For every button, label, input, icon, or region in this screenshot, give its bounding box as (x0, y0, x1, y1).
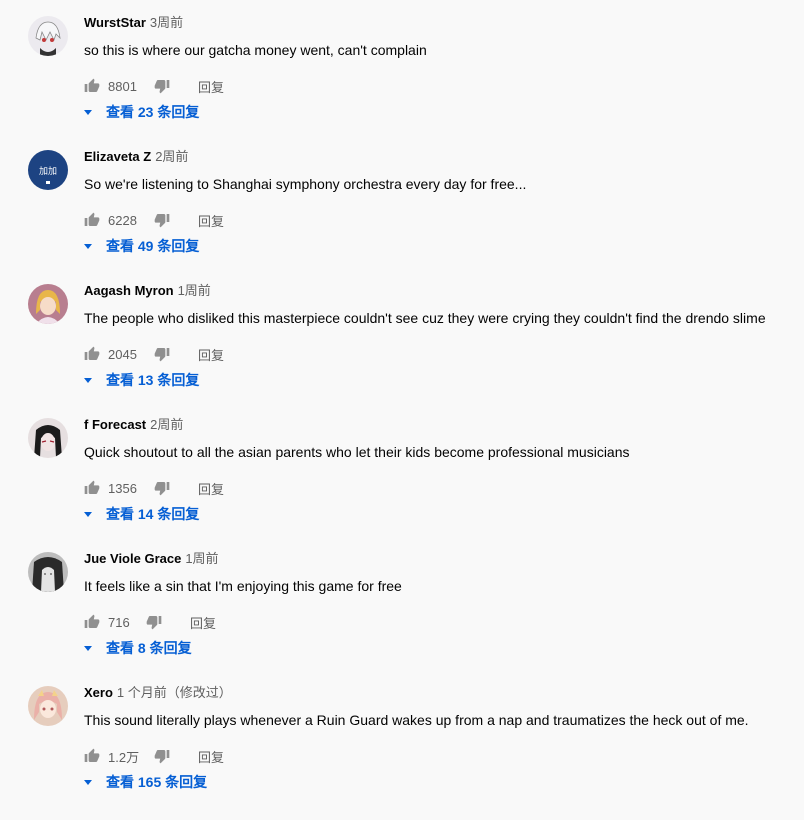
view-replies-button[interactable]: 查看 23 条回复 (80, 102, 199, 122)
comment-text: The people who disliked this masterpiece… (84, 310, 766, 326)
comment-thread: Xero 1 个月前（修改过） This sound literally play… (0, 685, 804, 820)
comment-thread: Aagash Myron 1周前 The people who disliked … (0, 283, 804, 418)
svg-text:加加: 加加 (39, 166, 57, 177)
view-replies-label: 查看 13 条回复 (106, 372, 200, 388)
comment-timestamp[interactable]: 3周前 (150, 15, 183, 30)
comment-text: Quick shoutout to all the asian parents … (84, 444, 630, 460)
pink-hair-character-avatar-icon[interactable] (28, 686, 68, 726)
like-count: 2045 (108, 346, 137, 362)
comment-thread: f Forecast 2周前 Quick shoutout to all the … (0, 417, 804, 552)
like-count: 1.2万 (108, 749, 140, 765)
grayscale-character-avatar-icon[interactable] (28, 552, 68, 592)
comment-author[interactable]: WurstStar (84, 15, 146, 30)
comment-author[interactable]: f Forecast (84, 417, 146, 432)
thumbs-down-icon[interactable] (154, 346, 170, 362)
view-replies-button[interactable]: 查看 14 条回复 (80, 504, 199, 524)
view-replies-button[interactable]: 查看 13 条回复 (80, 370, 199, 390)
thumbs-up-icon[interactable] (84, 614, 100, 630)
reply-button[interactable]: 回复 (198, 211, 224, 230)
view-replies-label: 查看 8 条回复 (106, 640, 192, 656)
caret-down-icon (80, 372, 96, 388)
comment-thread: 加加 Elizaveta Z 2周前 So we're listening to … (0, 149, 804, 284)
thumbs-up-icon[interactable] (84, 346, 100, 362)
comment-actions: 8801 回复 (84, 74, 224, 98)
caret-down-icon (80, 640, 96, 656)
reply-button[interactable]: 回复 (190, 613, 216, 632)
thumbs-up-icon[interactable] (84, 212, 100, 228)
dark-hair-character-avatar-icon[interactable] (28, 418, 68, 458)
comment-timestamp[interactable]: 2周前 (155, 149, 188, 164)
like-count: 1356 (108, 480, 137, 496)
view-replies-button[interactable]: 查看 49 条回复 (80, 236, 199, 256)
comment-text: So we're listening to Shanghai symphony … (84, 176, 527, 192)
view-replies-button[interactable]: 查看 8 条回复 (80, 638, 192, 658)
comment-timestamp[interactable]: 1周前 (185, 551, 218, 566)
comment-author[interactable]: Xero (84, 685, 113, 700)
like-count: 6228 (108, 212, 137, 228)
thumbs-down-icon[interactable] (146, 614, 162, 630)
thumbs-up-icon[interactable] (84, 480, 100, 496)
comment-author[interactable]: Jue Viole Grace (84, 551, 181, 566)
comment-actions: 6228 回复 (84, 208, 224, 232)
comment-thread: Jue Viole Grace 1周前 It feels like a sin t… (0, 551, 804, 686)
comment-timestamp[interactable]: 1 个月前（修改过） (117, 685, 232, 700)
comment-text: It feels like a sin that I'm enjoying th… (84, 578, 402, 594)
comment-actions: 1.2万 回复 (84, 744, 224, 768)
thumbs-up-icon[interactable] (84, 78, 100, 94)
thumbs-down-icon[interactable] (154, 748, 170, 764)
blonde-character-avatar-icon[interactable] (28, 284, 68, 324)
view-replies-label: 查看 49 条回复 (106, 238, 200, 254)
like-count: 716 (108, 614, 130, 630)
view-replies-label: 查看 14 条回复 (106, 506, 200, 522)
comment-actions: 716 回复 (84, 610, 216, 634)
caret-down-icon (80, 506, 96, 522)
view-replies-button[interactable]: 查看 165 条回复 (80, 772, 207, 792)
caret-down-icon (80, 774, 96, 790)
view-replies-label: 查看 165 条回复 (106, 774, 208, 790)
comment-timestamp[interactable]: 1周前 (178, 283, 211, 298)
thumbs-down-icon[interactable] (154, 78, 170, 94)
thumbs-down-icon[interactable] (154, 212, 170, 228)
thumbs-up-icon[interactable] (84, 748, 100, 764)
reply-button[interactable]: 回复 (198, 77, 224, 96)
comment-actions: 1356 回复 (84, 476, 224, 500)
comment-text: This sound literally plays whenever a Ru… (84, 712, 749, 728)
comment-actions: 2045 回复 (84, 342, 224, 366)
comment-author[interactable]: Aagash Myron (84, 283, 174, 298)
anime-white-hair-avatar-icon[interactable] (28, 16, 68, 56)
comment-thread: WurstStar 3周前 so this is where our gatcha… (0, 15, 804, 150)
reply-button[interactable]: 回复 (198, 479, 224, 498)
blue-logo-avatar-icon[interactable]: 加加 (28, 150, 68, 190)
thumbs-down-icon[interactable] (154, 480, 170, 496)
comment-timestamp[interactable]: 2周前 (150, 417, 183, 432)
caret-down-icon (80, 238, 96, 254)
like-count: 8801 (108, 78, 137, 94)
comment-text: so this is where our gatcha money went, … (84, 42, 427, 58)
comment-author[interactable]: Elizaveta Z (84, 149, 151, 164)
reply-button[interactable]: 回复 (198, 345, 224, 364)
reply-button[interactable]: 回复 (198, 747, 224, 766)
view-replies-label: 查看 23 条回复 (106, 104, 200, 120)
caret-down-icon (80, 104, 96, 120)
